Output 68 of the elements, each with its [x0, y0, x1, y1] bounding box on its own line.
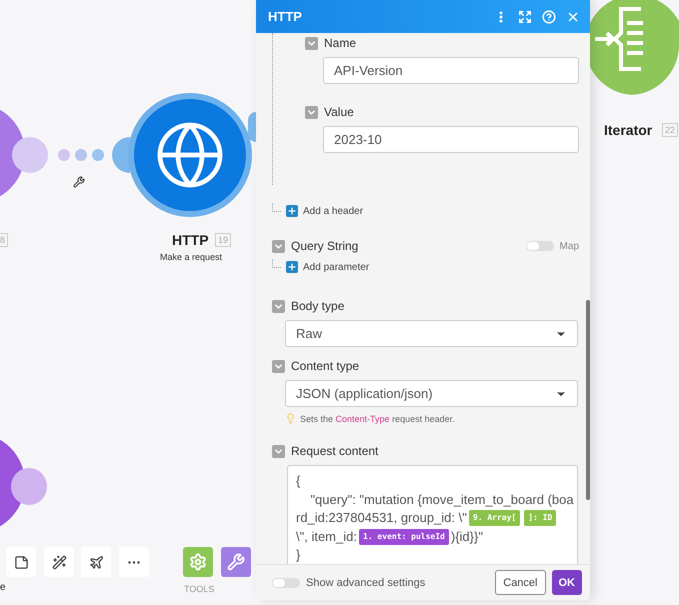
- gear-icon: [189, 553, 207, 571]
- add-parameter-button[interactable]: Add parameter: [303, 262, 370, 272]
- expand-icon[interactable]: [518, 10, 532, 24]
- lightbulb-icon: [285, 413, 296, 424]
- code-text: rd_id:237804531, group_id: \": [296, 509, 467, 527]
- settings-button[interactable]: [183, 547, 213, 577]
- scrollbar[interactable]: [586, 300, 590, 500]
- map-toggle[interactable]: [526, 241, 554, 251]
- advanced-settings-toggle[interactable]: [272, 578, 300, 588]
- panel-title: HTTP: [268, 9, 303, 24]
- module-title: HTTP: [172, 232, 209, 248]
- module-number: 22: [662, 123, 678, 137]
- airplane-button[interactable]: [81, 547, 111, 577]
- connector-dot: [92, 149, 104, 161]
- collapse-icon[interactable]: [272, 240, 285, 252]
- code-text: ){id}}": [450, 528, 483, 546]
- add-header-button[interactable]: Add a header: [303, 206, 364, 216]
- field-label: Request content: [291, 444, 380, 458]
- collapse-icon[interactable]: [272, 360, 285, 372]
- toolbar-label: e: [0, 582, 6, 593]
- content-type-select[interactable]: JSON (application/json): [285, 380, 578, 407]
- connector-dot: [58, 149, 70, 161]
- module-number: 19: [215, 233, 232, 247]
- connector-handle[interactable]: [12, 137, 48, 173]
- connector-handle[interactable]: [248, 112, 256, 142]
- wrench-icon: [227, 553, 245, 571]
- ok-button[interactable]: OK: [552, 570, 582, 595]
- collapse-icon[interactable]: [272, 444, 285, 458]
- text-field[interactable]: 2023-10: [323, 126, 579, 153]
- collapse-icon[interactable]: [272, 300, 285, 312]
- magic-wand-button[interactable]: [44, 547, 74, 577]
- code-text: }: [296, 546, 300, 564]
- magic-wand-icon: [52, 554, 66, 570]
- more-icon: [128, 560, 140, 564]
- field-label: Content type: [291, 359, 360, 373]
- connector-handle[interactable]: [11, 468, 47, 505]
- note-button[interactable]: [6, 547, 36, 577]
- module-title: Iterator: [604, 122, 652, 138]
- code-text: "query": "mutation {move_item_to_board (boa: [309, 490, 574, 509]
- advanced-settings-label: Show advanced settings: [306, 576, 426, 588]
- sticky-note-icon: [14, 554, 28, 570]
- mapped-value-tag[interactable]: 1. event: pulseId: [358, 528, 449, 545]
- field-label: Query String: [291, 239, 360, 253]
- request-content-field[interactable]: { "query": "mutation {move_item_to_board (boa rd_id:237804531, group_id: \" 9. Array[ ]: ID \", item_id: 1. event: pulseId ){id}}" }: [287, 465, 578, 564]
- plus-icon[interactable]: [286, 261, 298, 273]
- text-field[interactable]: API-Version: [323, 57, 579, 84]
- hint-text: Sets the Content-Type request header.: [300, 414, 455, 424]
- help-icon[interactable]: [542, 10, 556, 24]
- code-text: {: [296, 472, 300, 490]
- collapse-icon[interactable]: [305, 36, 318, 50]
- code-text: \", item_id:: [296, 528, 357, 546]
- module-subtitle: Make a request: [160, 252, 222, 262]
- iterator-module-node[interactable]: [590, 0, 679, 95]
- body-type-select[interactable]: Raw: [285, 320, 578, 347]
- connector-handle[interactable]: [112, 137, 130, 173]
- collapse-icon[interactable]: [305, 106, 318, 118]
- module-number: 8: [0, 233, 8, 247]
- field-label: Body type: [291, 299, 346, 313]
- wrench-icon[interactable]: [73, 176, 85, 188]
- tools-button[interactable]: [221, 547, 251, 577]
- cancel-button[interactable]: Cancel: [495, 570, 546, 595]
- plus-icon[interactable]: [286, 205, 298, 217]
- map-label: Map: [560, 240, 579, 252]
- airplane-icon: [88, 554, 104, 570]
- tools-label: TOOLS: [184, 584, 214, 594]
- connector-dot: [75, 149, 87, 161]
- field-label: Name: [324, 36, 358, 50]
- field-label: Value: [324, 105, 355, 119]
